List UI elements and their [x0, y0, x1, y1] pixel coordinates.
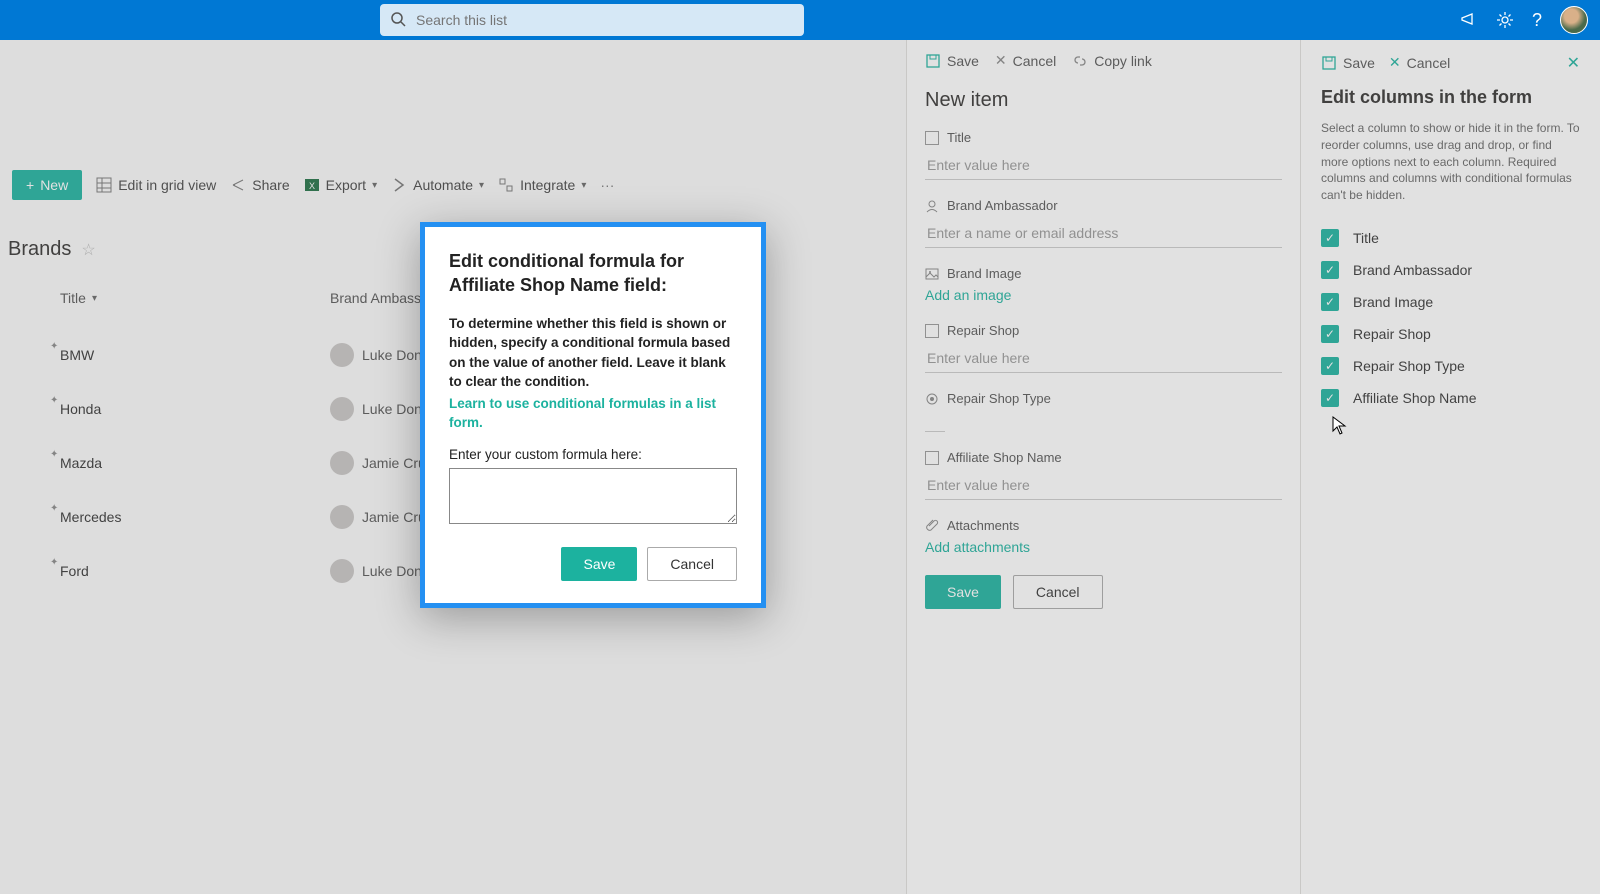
gear-icon[interactable] [1496, 11, 1514, 29]
modal-cancel-button[interactable]: Cancel [647, 547, 737, 581]
modal-help-link[interactable]: Learn to use conditional formulas in a l… [449, 394, 737, 433]
search-icon [390, 11, 406, 27]
search-input[interactable] [380, 4, 804, 36]
help-icon[interactable]: ? [1532, 10, 1542, 31]
modal-input-label: Enter your custom formula here: [449, 447, 737, 462]
modal-description: To determine whether this field is shown… [449, 314, 737, 392]
modal-buttons: Save Cancel [449, 547, 737, 581]
conditional-formula-modal: Edit conditional formula for Affiliate S… [420, 222, 766, 608]
search-wrap [380, 4, 804, 36]
modal-title: Edit conditional formula for Affiliate S… [449, 249, 737, 298]
header-icons: ? [1460, 6, 1588, 34]
modal-save-button[interactable]: Save [561, 547, 637, 581]
user-avatar[interactable] [1560, 6, 1588, 34]
modal-body: Edit conditional formula for Affiliate S… [425, 227, 761, 603]
formula-textarea[interactable] [449, 468, 737, 524]
app-header: ? [0, 0, 1600, 40]
megaphone-icon[interactable] [1460, 11, 1478, 29]
modal-scrim [0, 40, 1600, 894]
